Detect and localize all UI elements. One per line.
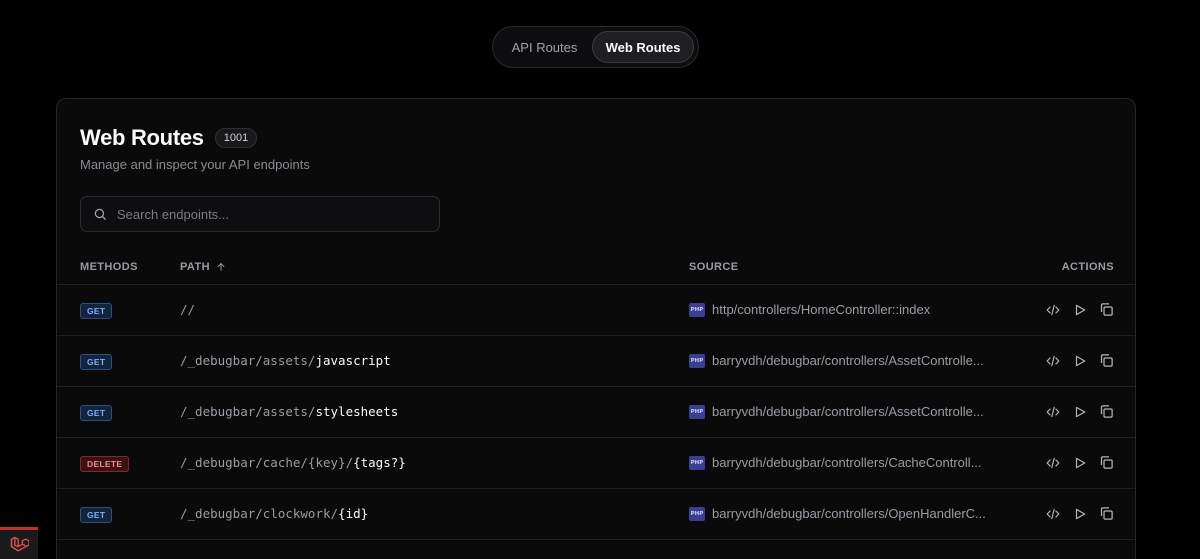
row-actions: [1045, 353, 1114, 368]
route-path: /_debugbar/clockwork/{id}: [180, 506, 368, 521]
page-subtitle: Manage and inspect your API endpoints: [80, 157, 310, 172]
route-source: PHP barryvdh/debugbar/controllers/AssetCo…: [689, 353, 999, 368]
php-icon: PHP: [689, 455, 705, 470]
search-icon: [94, 208, 106, 220]
table-row[interactable]: DELETE /_debugbar/cache/{key}/{tags?} PH…: [57, 438, 1135, 489]
route-source: PHP barryvdh/debugbar/controllers/CacheCo…: [689, 455, 999, 470]
route-path: /_debugbar/assets/javascript: [180, 353, 391, 368]
col-actions: ACTIONS: [1061, 261, 1114, 273]
table-row-partial: [57, 540, 1135, 559]
route-count-badge: 1001: [214, 128, 258, 148]
source-text: http/controllers/HomeController::index: [712, 302, 931, 317]
run-icon[interactable]: [1072, 506, 1087, 521]
table-row[interactable]: GET /_debugbar/clockwork/{id} PHP barryvd…: [57, 489, 1135, 540]
source-text: barryvdh/debugbar/controllers/OpenHandle…: [712, 506, 986, 521]
run-icon[interactable]: [1072, 302, 1087, 317]
row-actions: [1045, 506, 1114, 521]
php-icon: PHP: [689, 506, 705, 521]
row-actions: [1045, 455, 1114, 470]
source-text: barryvdh/debugbar/controllers/CacheContr…: [712, 455, 982, 470]
route-source: PHP http/controllers/HomeController::inde…: [689, 302, 999, 317]
tab-web-routes[interactable]: Web Routes: [592, 31, 694, 63]
copy-icon[interactable]: [1099, 353, 1114, 368]
method-badge: GET: [80, 405, 113, 421]
php-icon: PHP: [689, 404, 705, 419]
path-prefix: //: [180, 302, 196, 317]
row-actions: [1045, 404, 1114, 419]
copy-icon[interactable]: [1099, 302, 1114, 317]
path-last-segment: javascript: [315, 353, 391, 368]
page-title: Web Routes: [80, 125, 204, 150]
view-code-icon[interactable]: [1045, 506, 1060, 521]
view-code-icon[interactable]: [1045, 302, 1060, 317]
copy-icon[interactable]: [1099, 506, 1114, 521]
search-input[interactable]: [117, 206, 417, 222]
copy-icon[interactable]: [1099, 404, 1114, 419]
col-path[interactable]: PATH: [180, 261, 226, 273]
source-text: barryvdh/debugbar/controllers/AssetContr…: [712, 353, 984, 368]
tab-api-routes[interactable]: API Routes: [497, 31, 592, 63]
path-prefix: /_debugbar/clockwork/: [180, 506, 339, 521]
method-badge: GET: [80, 303, 113, 319]
col-methods[interactable]: METHODS: [80, 261, 138, 273]
routes-card: Web Routes 1001 Manage and inspect your …: [56, 98, 1136, 559]
table-row[interactable]: GET // PHP http/controllers/HomeControlle…: [57, 285, 1135, 336]
path-prefix: /_debugbar/cache/{key}/: [180, 455, 354, 470]
route-type-toggle: API Routes Web Routes: [492, 26, 699, 68]
copy-icon[interactable]: [1099, 455, 1114, 470]
route-path: /_debugbar/assets/stylesheets: [180, 404, 398, 419]
php-icon: PHP: [689, 353, 705, 368]
path-prefix: /_debugbar/assets/: [180, 404, 316, 419]
path-last-segment: {tags?}: [353, 455, 406, 470]
run-icon[interactable]: [1072, 353, 1087, 368]
path-last-segment: {id}: [338, 506, 369, 521]
path-last-segment: stylesheets: [315, 404, 399, 419]
sort-asc-icon: [217, 262, 225, 271]
laravel-logo-icon: [10, 536, 29, 551]
route-path: //: [180, 302, 195, 317]
view-code-icon[interactable]: [1045, 353, 1060, 368]
method-badge: GET: [80, 507, 113, 523]
source-text: barryvdh/debugbar/controllers/AssetContr…: [712, 404, 984, 419]
method-badge: GET: [80, 354, 113, 370]
table-row[interactable]: GET /_debugbar/assets/javascript PHP barr…: [57, 336, 1135, 387]
route-source: PHP barryvdh/debugbar/controllers/OpenHan…: [689, 506, 999, 521]
table-header: METHODS PATH SOURCE ACTIONS: [57, 257, 1135, 285]
run-icon[interactable]: [1072, 404, 1087, 419]
php-icon: PHP: [689, 302, 705, 317]
col-source[interactable]: SOURCE: [689, 261, 738, 273]
routes-table-body: GET // PHP http/controllers/HomeControlle…: [57, 285, 1135, 559]
method-badge: DELETE: [80, 456, 130, 472]
route-path: /_debugbar/cache/{key}/{tags?}: [180, 455, 406, 470]
view-code-icon[interactable]: [1045, 455, 1060, 470]
title-row: Web Routes 1001: [80, 125, 258, 151]
view-code-icon[interactable]: [1045, 404, 1060, 419]
path-prefix: /_debugbar/assets/: [180, 353, 316, 368]
table-row[interactable]: GET /_debugbar/assets/stylesheets PHP bar…: [57, 387, 1135, 438]
row-actions: [1045, 302, 1114, 317]
run-icon[interactable]: [1072, 455, 1087, 470]
laravel-debugbar-toggle[interactable]: [0, 527, 38, 559]
route-source: PHP barryvdh/debugbar/controllers/AssetCo…: [689, 404, 999, 419]
search-box[interactable]: [80, 196, 440, 232]
col-path-label: PATH: [180, 261, 210, 273]
